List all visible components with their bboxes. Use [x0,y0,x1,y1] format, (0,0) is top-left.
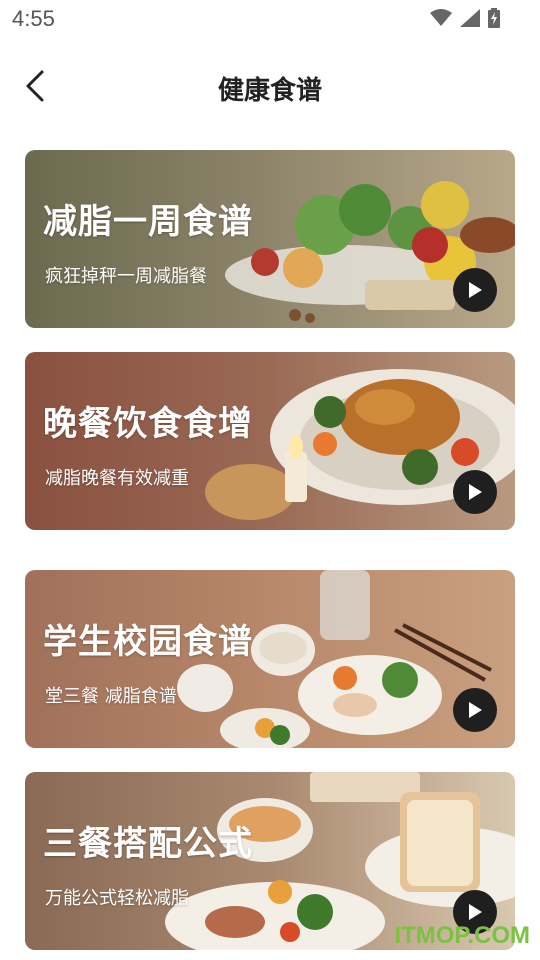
card-title: 学生校园食谱 [43,622,253,662]
page-title: 健康食谱 [217,76,322,106]
card-subtitle: 疯狂掉秤一周减脂餐 [45,266,207,287]
recipe-card-weekly[interactable]: 减脂一周食谱 疯狂掉秤一周减脂餐 [25,150,515,328]
play-button[interactable] [453,688,497,732]
play-icon [469,702,482,718]
wifi-icon [430,9,452,26]
play-icon [469,904,482,920]
card-subtitle: 万能公式轻松减脂 [45,888,189,909]
card-subtitle: 堂三餐 减脂食谱 [45,686,177,707]
signal-icon [460,9,480,27]
play-button[interactable] [453,268,497,312]
card-title: 减脂一周食谱 [43,202,253,242]
card-subtitle: 减脂晚餐有效减重 [45,468,189,489]
status-bar: 4:55 [0,0,540,38]
battery-charging-icon [488,8,500,28]
recipe-card-dinner[interactable]: 晚餐饮食食增 减脂晚餐有效减重 [25,352,515,530]
nav-bar: 健康食谱 [0,60,540,112]
play-button[interactable] [453,470,497,514]
watermark: ITMOP.COM [394,922,530,949]
card-title: 晚餐饮食食增 [43,404,253,444]
play-icon [469,282,482,298]
play-icon [469,484,482,500]
status-time: 4:55 [12,6,55,31]
status-icons [430,8,500,28]
card-title: 三餐搭配公式 [43,824,253,864]
recipe-card-student[interactable]: 学生校园食谱 堂三餐 减脂食谱 [25,570,515,748]
